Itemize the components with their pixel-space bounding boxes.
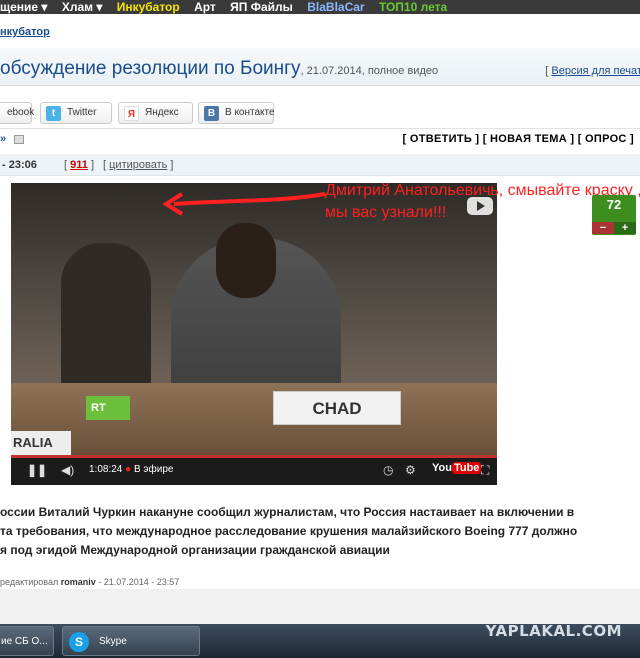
gear-icon[interactable]: ⚙ [405,463,416,477]
left-nameplate: RALIA [11,431,71,455]
mail-icon[interactable] [14,135,24,144]
quote-action: [ цитировать ] [103,159,173,171]
country-nameplate: CHAD [273,391,401,425]
post-subtitle: , 21.07.2014, полное видео [300,65,439,77]
rating-plus-button[interactable]: + [614,222,636,234]
post-body-line: оссии Виталий Чуркин накануне сообщил жу… [0,505,575,519]
action-bar: » [ ОТВЕТИТЬ ] [ НОВАЯ ТЕМА ] [ ОПРОС ] [0,132,640,150]
volume-icon[interactable]: ◀) [61,463,74,477]
video-time: 1:08:24 [89,464,123,475]
background-person [61,243,151,393]
nav-item-junk[interactable]: Хлам ▾ [62,1,108,14]
rt-logo: RT [86,396,130,420]
reply-newtopic-poll-links[interactable]: [ ОТВЕТИТЬ ] [ НОВАЯ ТЕМА ] [ ОПРОС ] [403,133,634,145]
watermark: YAPLAKAL.COM [485,622,622,640]
share-yandex-button[interactable]: Я Яндекс [118,102,193,124]
live-dot-icon: ● [125,464,132,475]
post-count-link[interactable]: 911 [70,159,88,171]
post-number: [ 911 ] [64,159,94,171]
edit-note: редактировал romaniv - 21.07.2014 - 23:5… [0,577,179,587]
fullscreen-icon[interactable]: ⛶ [481,463,489,478]
bracket-close: ] [90,159,94,171]
twitter-label: Twitter [67,107,97,118]
post-body: оссии Виталий Чуркин накануне сообщил жу… [0,503,640,560]
rating-widget: 72 − + [592,195,636,235]
nav-item-blablacar[interactable]: BlaBlaCar [307,1,369,14]
nav-item-incubator[interactable]: Инкубатор [117,1,185,14]
page-footer-area [0,589,640,624]
nav-item-top10[interactable]: ТОП10 лета [379,1,452,14]
divider [0,128,640,129]
post-body-line: я под эгидой Международной организации г… [0,543,390,557]
video-controls: ❚❚ ◀) 1:08:24 ● В эфире ◷ ⚙ You Tube ⛶ [11,455,497,485]
vk-icon: B [204,106,219,121]
quote-link[interactable]: цитировать [109,159,167,171]
live-label: В эфире [133,464,174,475]
pause-icon[interactable]: ❚❚ [27,463,47,477]
taskbar-skype-label: Skype [99,636,127,647]
yandex-label: Яндекс [145,107,179,118]
desk [11,383,497,455]
vk-label: В контакте [225,107,275,118]
youtube-logo-you: You [432,462,452,474]
share-twitter-button[interactable]: t Twitter [40,102,112,124]
clock-icon[interactable]: ◷ [383,463,393,477]
twitter-icon: t [46,106,61,121]
edit-prefix: редактировал [0,577,61,587]
nav-item-general[interactable]: щение ▾ [0,1,52,14]
nav-item-files[interactable]: ЯП Файлы [230,1,298,14]
share-vk-button[interactable]: B В контакте [198,102,275,124]
video-player[interactable]: CHAD RT RALIA ❚❚ ◀) 1:08:24 ● В эфире ◷ … [11,183,497,485]
post-time: - 23:06 [2,159,37,171]
rating-minus-button[interactable]: − [592,222,614,234]
youtube-logo-tube: Tube [451,462,482,474]
post-body-line: та требования, что международное расслед… [0,524,578,538]
breadcrumb[interactable]: нкубатор [0,26,50,38]
edit-date: - 21.07.2014 - 23:57 [95,577,180,587]
taskbar-item-browser[interactable]: ие СБ О... [0,626,54,656]
bracket-open: [ [103,159,107,171]
post-meta-bar: - 23:06 [ 911 ] [ цитировать ] [0,154,640,176]
red-arrow-icon [162,192,326,216]
skype-icon: S [69,632,89,652]
yandex-icon: Я [124,106,139,121]
pager-arrow[interactable]: » [0,133,6,145]
bracket-open: [ [64,159,68,171]
page-title: обсуждение резолюции по Боингу, 21.07.20… [0,58,438,80]
nav-item-art[interactable]: Арт [194,1,221,14]
rating-value: 72 [606,197,622,212]
top-navigation: щение ▾ Хлам ▾ Инкубатор Арт ЯП Файлы Bl… [0,0,640,14]
print-version: [ Версия для печати [545,65,640,77]
taskbar-item-skype[interactable]: S Skype [62,626,200,656]
video-progress-bar[interactable] [11,455,497,458]
speaker-head [216,223,276,298]
print-version-link[interactable]: Версия для печати [551,65,640,77]
youtube-logo[interactable]: You Tube [432,462,482,474]
editor-name[interactable]: romaniv [61,577,96,587]
bracket-close: ] [170,159,174,171]
share-facebook-button[interactable]: ebook [0,102,35,124]
facebook-label: ebook [7,107,35,118]
video-timecode: 1:08:24 ● В эфире [89,464,173,475]
post-title: обсуждение резолюции по Боингу [0,58,301,79]
